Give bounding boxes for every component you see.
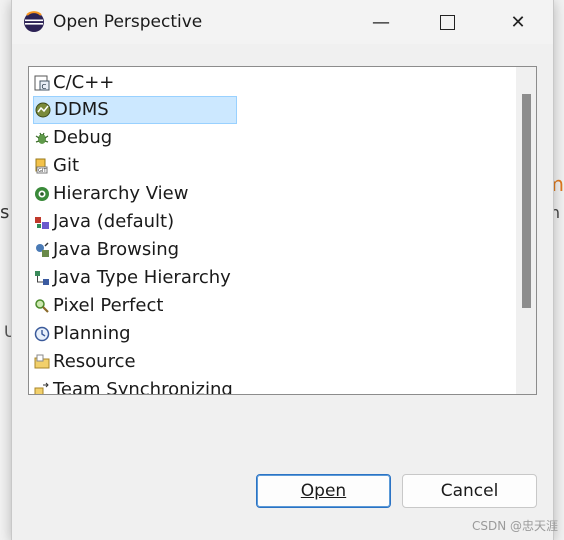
list-item[interactable]: Planning [33,320,133,347]
cancel-button[interactable]: Cancel [402,474,537,508]
minimize-icon: — [372,11,390,33]
list-item-label: Java Type Hierarchy [53,267,231,288]
magnifier-icon [34,298,50,314]
vertical-scrollbar[interactable] [516,67,536,394]
close-icon: ✕ [510,11,526,33]
list-item-selected[interactable]: DDMS [33,95,237,124]
open-perspective-dialog: Open Perspective — ✕ C C/C++ DDMS Debug … [11,0,554,540]
debug-bug-icon [34,130,50,146]
title-bar[interactable]: Open Perspective — ✕ [12,0,553,44]
list-item-label: Pixel Perfect [53,295,164,316]
list-item[interactable]: Java Browsing [33,236,181,263]
list-item[interactable]: Hierarchy View [33,180,190,207]
list-item-label: Hierarchy View [53,183,189,204]
cancel-button-label: Cancel [440,481,499,501]
list-item-label: Resource [53,351,136,372]
watermark-text: CSDN @忠天涯 [471,519,558,533]
list-item-label: Team Synchronizing [53,379,233,395]
open-button-label: Open [300,481,347,501]
svg-text:GIT: GIT [38,168,47,174]
hierarchy-view-icon [34,186,50,202]
list-item[interactable]: Team Synchronizing [33,376,235,395]
svg-text:C: C [42,83,47,91]
java-perspective-icon [34,214,50,230]
list-item[interactable]: Resource [33,348,138,375]
team-sync-icon [34,382,50,394]
list-item-label: C/C++ [53,72,115,93]
list-item-label: Java (default) [53,211,175,232]
list-item[interactable]: C C/C++ [33,69,116,96]
maximize-button[interactable] [432,8,462,36]
list-item[interactable]: Debug [33,124,114,151]
close-button[interactable]: ✕ [503,8,533,36]
cpp-perspective-icon: C [34,75,50,91]
minimize-button[interactable]: — [366,8,396,36]
list-item[interactable]: Java Type Hierarchy [33,264,233,291]
git-icon: GIT [34,158,50,174]
list-item[interactable]: Pixel Perfect [33,292,165,319]
background-text-fragment: s [0,202,10,223]
eclipse-logo-icon [23,11,45,33]
planning-icon [34,326,50,342]
java-type-hierarchy-icon [34,270,50,286]
ddms-perspective-icon [35,102,51,118]
list-item-label: Debug [53,127,113,148]
open-button[interactable]: Open [256,474,391,508]
list-item[interactable]: GIT Git [33,152,81,179]
maximize-icon [439,14,455,30]
dialog-title: Open Perspective [53,12,203,32]
java-browsing-icon [34,242,50,258]
list-item-label: Java Browsing [53,239,180,260]
scrollbar-thumb[interactable] [522,94,531,308]
list-item-label: Git [53,155,80,176]
list-item-label: DDMS [54,99,109,120]
list-item-label: Planning [53,323,131,344]
list-item[interactable]: Java (default) [33,208,176,235]
resource-folder-icon [34,354,50,370]
perspective-list[interactable]: C C/C++ DDMS Debug GIT Git Hierarchy Vie… [28,66,537,395]
